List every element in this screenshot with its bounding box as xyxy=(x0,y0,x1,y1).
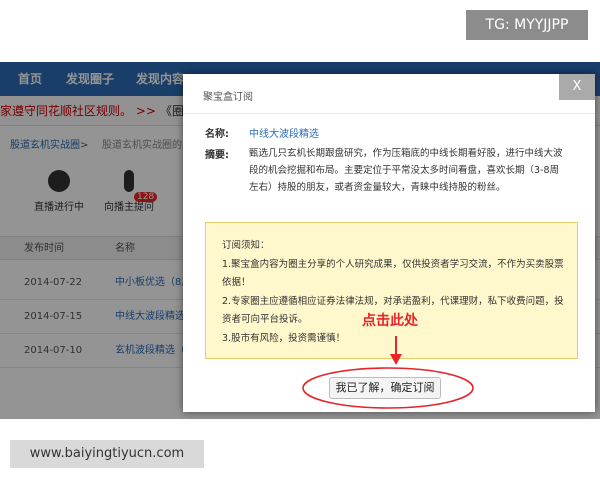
close-button[interactable]: X xyxy=(559,74,595,100)
dialog-title: 聚宝盒订阅 xyxy=(203,92,253,103)
watermark-tag: TG: MYYJJPP xyxy=(466,10,588,40)
summary-line: 甄选几只玄机长期跟盘研究，作为压箱底的中线长期看好股，进行中线大波 xyxy=(249,148,563,159)
notice-line: 依据！ xyxy=(222,277,251,288)
product-name-link[interactable]: 中线大波段精选 xyxy=(249,125,319,140)
subscribe-dialog: 聚宝盒订阅 X 名称: 中线大波段精选 摘要: 甄选几只玄机长期跟盘研究，作为压… xyxy=(183,74,595,412)
click-here-annotation: 点击此处 xyxy=(362,313,418,329)
site-url-tag: www.baiyingtiyucn.com xyxy=(10,440,204,468)
notice-line: 订阅须知： xyxy=(222,240,270,251)
confirm-subscribe-button[interactable]: 我已了解，确定订阅 xyxy=(329,377,441,399)
dialog-header: 聚宝盒订阅 X xyxy=(183,74,595,114)
notice-line: 2.专家圈主应遵循相应证券法律法规，对承诺盈利，代课理财，私下收费问题，投 xyxy=(222,296,564,307)
name-label: 名称: xyxy=(205,129,229,140)
arrow-down-icon xyxy=(390,336,402,365)
summary-line: 段的机会挖掘和布局。主要定位于平常没太多时间看盘，喜欢长期（3-8周 xyxy=(249,165,560,176)
summary-line: 左右）持股的朋友，或者资金量较大，青睐中线持股的粉丝。 xyxy=(249,182,506,193)
summary-label: 摘要: xyxy=(205,150,229,161)
summary-text: 甄选几只玄机长期跟盘研究，作为压箱底的中线长期看好股，进行中线大波 段的机会挖掘… xyxy=(249,145,571,196)
notice-line: 1.聚宝盒内容为圈主分享的个人研究成果，仅供投资者学习交流，不作为买卖股票 xyxy=(222,259,564,270)
